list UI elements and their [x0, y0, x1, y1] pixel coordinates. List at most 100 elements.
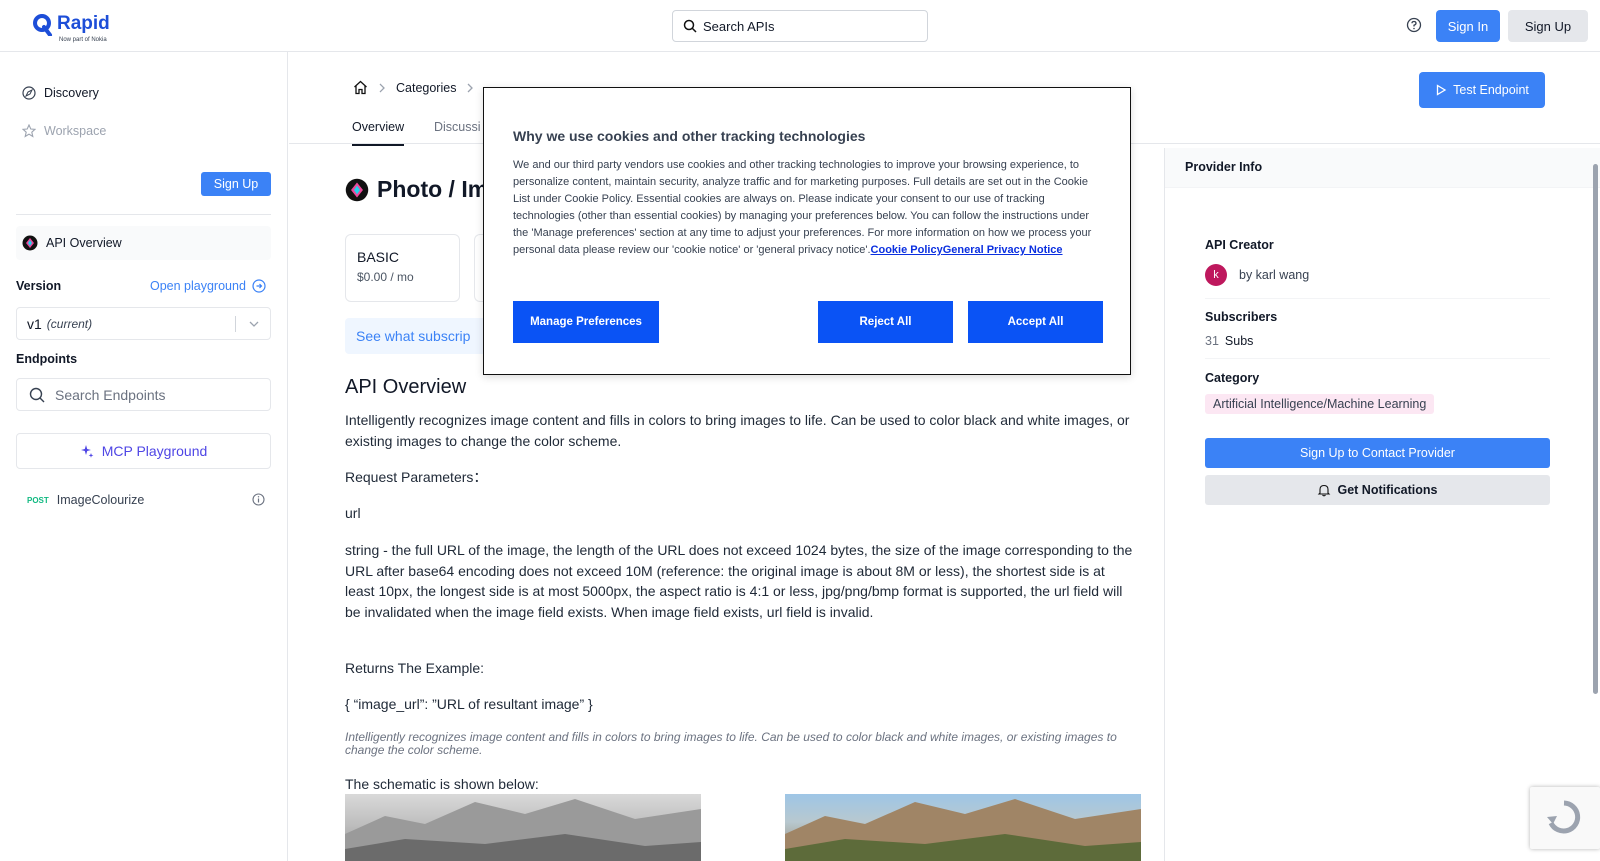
plan-price: $0.00 / mo [357, 270, 414, 284]
endpoint-name: ImageColourize [56, 493, 145, 507]
category-label: Category [1205, 371, 1260, 385]
schematic-image-after [785, 794, 1141, 861]
tab-discussions[interactable]: Discussi [434, 120, 481, 134]
sidebar-item-discovery[interactable]: Discovery [22, 86, 99, 100]
overview-caption: Intelligently recognizes image content a… [345, 730, 1117, 757]
search-placeholder: Search APIs [703, 18, 775, 34]
sidebar: Discovery Workspace Sign Up API Overview… [0, 52, 288, 861]
privacy-notice-link[interactable]: General Privacy Notice [943, 244, 1063, 256]
rapid-logo-icon [33, 14, 52, 36]
schematic-image-before [345, 794, 701, 861]
chevron-right-icon [467, 83, 474, 92]
plan-name: BASIC [357, 249, 400, 265]
subscriber-count: 31 Subs [1205, 334, 1253, 348]
chevron-down-icon [249, 321, 259, 327]
returns-label: Returns The Example: [345, 660, 485, 676]
top-bar: Rapid Now part of Nokia Search APIs Sign… [0, 0, 1600, 52]
brand-subtitle: Now part of Nokia [59, 37, 107, 43]
test-endpoint-label: Test Endpoint [1453, 83, 1529, 97]
info-icon[interactable] [252, 493, 265, 506]
breadcrumb: Categories [353, 80, 484, 95]
get-notifications-button[interactable]: Get Notifications [1205, 475, 1550, 505]
star-icon [22, 124, 36, 138]
schematic-label: The schematic is shown below: [345, 776, 539, 792]
sidebar-item-workspace[interactable]: Workspace [22, 124, 106, 138]
provider-panel: Provider Info API Creator k by karl wang… [1164, 148, 1600, 861]
param-name: url [345, 505, 361, 521]
search-icon [683, 19, 697, 33]
page-scrollbar[interactable] [1591, 150, 1600, 861]
scrollbar-thumb[interactable] [1593, 164, 1598, 694]
reject-all-button[interactable]: Reject All [818, 301, 953, 343]
manage-preferences-button[interactable]: Manage Preferences [513, 301, 659, 343]
play-icon [1436, 84, 1447, 96]
api-creator[interactable]: k by karl wang [1205, 264, 1309, 286]
plan-card-basic[interactable]: BASIC $0.00 / mo [345, 234, 460, 302]
version-label: Version [16, 279, 62, 293]
api-logo-icon [22, 235, 38, 251]
breadcrumb-categories[interactable]: Categories [396, 81, 456, 95]
sidebar-item-label: Workspace [44, 124, 107, 138]
api-creator-label: API Creator [1205, 238, 1274, 252]
arrow-right-circle-icon [252, 279, 266, 293]
page-title: Photo / Im [345, 176, 488, 203]
sidebar-item-label: API Overview [46, 236, 122, 250]
get-notifications-label: Get Notifications [1337, 483, 1438, 497]
rapid-logo[interactable]: Rapid Now part of Nokia [33, 13, 110, 43]
version-select[interactable]: v1 (current) [16, 307, 271, 340]
version-value: v1 [27, 315, 42, 332]
recaptcha-icon [1547, 800, 1581, 834]
endpoints-label: Endpoints [16, 352, 78, 366]
compass-icon [22, 86, 36, 100]
open-playground-link[interactable]: Open playground [150, 279, 266, 293]
sidebar-item-api-overview[interactable]: API Overview [16, 226, 271, 260]
endpoints-search-placeholder: Search Endpoints [55, 386, 166, 403]
contact-provider-button[interactable]: Sign Up to Contact Provider [1205, 438, 1550, 468]
brand-name: Rapid [57, 13, 110, 34]
open-playground-label: Open playground [150, 279, 246, 293]
page-title-text: Photo / Im [377, 176, 489, 202]
param-description: string - the full URL of the image, the … [345, 542, 1133, 620]
sign-up-button[interactable]: Sign Up [1508, 10, 1588, 42]
cookie-modal-body: We and our third party vendors use cooki… [513, 157, 1103, 259]
subs-unit: Subs [1224, 334, 1254, 348]
subscription-banner[interactable]: See what subscrip [345, 318, 505, 354]
cookie-policy-link[interactable]: Cookie Policy [871, 244, 943, 256]
overview-paragraph: Intelligently recognizes image content a… [345, 412, 1130, 449]
help-icon[interactable] [1406, 17, 1422, 33]
method-badge: POST [27, 495, 49, 505]
cookie-modal-title: Why we use cookies and other tracking te… [513, 128, 866, 144]
cookie-consent-modal: Why we use cookies and other tracking te… [483, 87, 1131, 375]
sidebar-sign-up-button[interactable]: Sign Up [201, 172, 271, 196]
bell-icon [1318, 484, 1331, 497]
sidebar-item-label: Discovery [44, 86, 99, 100]
endpoints-search-input[interactable]: Search Endpoints [16, 378, 271, 411]
accept-all-button[interactable]: Accept All [968, 301, 1103, 343]
version-current-tag: (current) [46, 316, 93, 331]
subs-number: 31 [1205, 334, 1219, 348]
subscribers-label: Subscribers [1205, 310, 1278, 324]
category-badge[interactable]: Artificial Intelligence/Machine Learning [1205, 394, 1435, 414]
home-icon[interactable] [353, 80, 368, 95]
api-search-input[interactable]: Search APIs [672, 10, 928, 42]
test-endpoint-button[interactable]: Test Endpoint [1419, 72, 1545, 108]
mcp-playground-button[interactable]: MCP Playground [16, 433, 271, 469]
divider [16, 214, 271, 215]
recaptcha-badge[interactable] [1530, 787, 1600, 849]
search-icon [29, 387, 45, 402]
sparkles-icon [80, 445, 94, 458]
mcp-playground-label: MCP Playground [101, 443, 208, 459]
divider [1205, 298, 1550, 299]
api-logo-icon [345, 178, 369, 201]
api-overview-heading: API Overview [345, 376, 467, 398]
cookie-modal-text: We and our third party vendors use cooki… [513, 159, 1092, 256]
sign-in-button[interactable]: Sign In [1436, 10, 1500, 42]
endpoint-item-imagecolourize[interactable]: POST ImageColourize [27, 490, 267, 510]
creator-name: by karl wang [1239, 268, 1310, 282]
mountain-bw-image [345, 799, 701, 861]
select-separator [235, 316, 236, 332]
request-parameters-label: Request Parameters： [345, 469, 488, 485]
provider-info-heading: Provider Info [1165, 148, 1600, 188]
tab-overview[interactable]: Overview [352, 120, 405, 146]
avatar: k [1205, 264, 1227, 286]
